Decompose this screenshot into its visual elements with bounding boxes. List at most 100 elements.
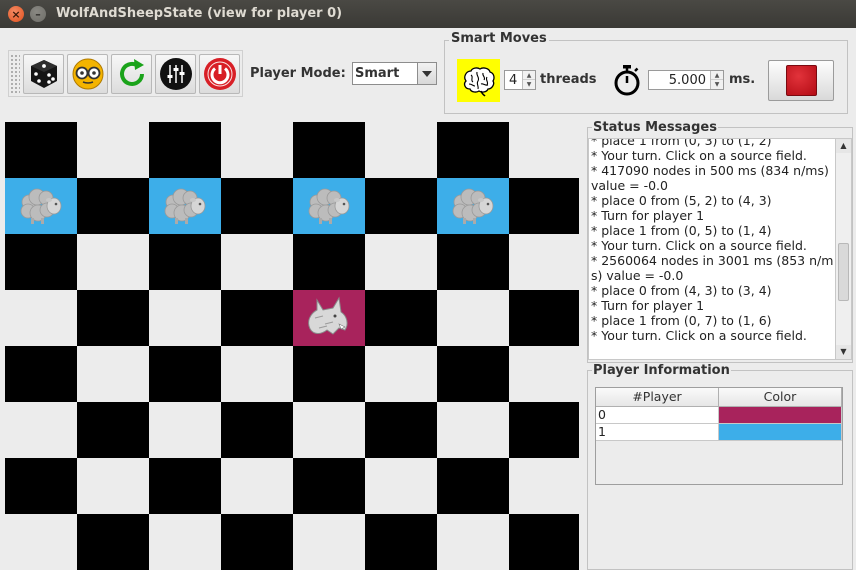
board-cell[interactable] (509, 514, 579, 570)
table-cell-player-id[interactable]: 0 (596, 407, 719, 424)
board-cell[interactable] (221, 458, 293, 514)
table-cell-player-id[interactable]: 1 (596, 424, 719, 441)
board-cell[interactable] (437, 402, 509, 458)
board-cell[interactable] (509, 234, 579, 290)
random-move-button[interactable] (23, 54, 64, 94)
board-cell[interactable] (509, 178, 579, 234)
board-cell[interactable] (293, 514, 365, 570)
board-cell[interactable] (77, 290, 149, 346)
board-cell[interactable] (5, 290, 77, 346)
board-cell[interactable] (509, 290, 579, 346)
time-limit-spinner[interactable]: 5.000 ▲ ▼ (648, 70, 724, 90)
board-cell[interactable] (149, 458, 221, 514)
board-cell-sheep[interactable] (437, 178, 509, 234)
board-cell[interactable] (293, 122, 365, 178)
board-cell[interactable] (221, 122, 293, 178)
threads-label: threads (540, 72, 597, 87)
board-cell[interactable] (365, 122, 437, 178)
board-cell[interactable] (365, 514, 437, 570)
board-cell[interactable] (221, 234, 293, 290)
board-cell[interactable] (221, 178, 293, 234)
smart-move-button[interactable] (67, 54, 108, 94)
board-cell-sheep[interactable] (293, 178, 365, 234)
board-cell[interactable] (77, 178, 149, 234)
board-cell[interactable] (5, 458, 77, 514)
status-message-line: * 2560064 nodes in 3001 ms (853 n/m (591, 253, 834, 268)
board-cell[interactable] (5, 346, 77, 402)
sheep-icon (452, 188, 494, 224)
board-cell[interactable] (293, 402, 365, 458)
table-cell-player-color[interactable] (719, 424, 842, 441)
threads-spinner[interactable]: 4 ▲ ▼ (504, 70, 536, 90)
toolbar-grip[interactable] (10, 54, 20, 94)
minimize-window-button[interactable]: – (30, 6, 46, 22)
dropdown-arrow[interactable] (417, 63, 436, 84)
board-cell[interactable] (221, 346, 293, 402)
board-cell[interactable] (77, 514, 149, 570)
board-cell[interactable] (77, 458, 149, 514)
board-cell[interactable] (149, 346, 221, 402)
board-cell[interactable] (5, 234, 77, 290)
board-cell[interactable] (365, 178, 437, 234)
decrement-arrow[interactable]: ▼ (523, 80, 535, 89)
decrement-arrow[interactable]: ▼ (711, 80, 723, 89)
board-cell[interactable] (293, 234, 365, 290)
board-cell[interactable] (149, 290, 221, 346)
board-cell[interactable] (221, 514, 293, 570)
board-cell[interactable] (77, 402, 149, 458)
status-message-line: * Your turn. Click on a source field. (591, 148, 807, 163)
increment-arrow[interactable]: ▲ (711, 71, 723, 80)
board-cell[interactable] (509, 402, 579, 458)
player-information-panel: Player Information #Player Color 0 1 (587, 363, 853, 570)
board-cell[interactable] (437, 122, 509, 178)
board-cell[interactable] (365, 234, 437, 290)
board-cell[interactable] (149, 514, 221, 570)
board-cell-sheep[interactable] (149, 178, 221, 234)
board-cell-sheep[interactable] (5, 178, 77, 234)
increment-arrow[interactable]: ▲ (523, 71, 535, 80)
status-scrollbar[interactable]: ▲ ▼ (835, 139, 851, 359)
board-cell[interactable] (221, 402, 293, 458)
scrollbar-thumb[interactable] (838, 243, 849, 301)
scroll-up-arrow[interactable]: ▲ (836, 139, 851, 153)
board-cell[interactable] (437, 458, 509, 514)
board-cell[interactable] (437, 234, 509, 290)
board-cell[interactable] (365, 290, 437, 346)
board-cell[interactable] (365, 402, 437, 458)
board-cell[interactable] (509, 346, 579, 402)
board-cell[interactable] (293, 346, 365, 402)
board-cell[interactable] (149, 402, 221, 458)
board-cell[interactable] (77, 234, 149, 290)
restart-button[interactable] (111, 54, 152, 94)
close-icon: × (11, 7, 21, 21)
board-cell-wolf[interactable] (293, 290, 365, 346)
stop-button[interactable] (768, 60, 834, 101)
game-board[interactable] (5, 122, 579, 570)
board-cell[interactable] (77, 346, 149, 402)
quit-button[interactable] (199, 54, 240, 94)
board-cell[interactable] (365, 458, 437, 514)
board-cell[interactable] (5, 514, 77, 570)
status-messages-textarea[interactable]: * place 1 from (0, 3) to (1, 2) * Your tu… (588, 138, 852, 360)
board-cell[interactable] (149, 122, 221, 178)
player-mode-select[interactable]: Smart (352, 62, 437, 85)
board-cell[interactable] (509, 458, 579, 514)
board-cell[interactable] (149, 234, 221, 290)
scroll-down-arrow[interactable]: ▼ (836, 345, 851, 359)
board-cell[interactable] (5, 402, 77, 458)
table-cell-player-color[interactable] (719, 407, 842, 424)
close-window-button[interactable]: × (8, 6, 24, 22)
column-header-color[interactable]: Color (719, 388, 842, 407)
board-cell[interactable] (293, 458, 365, 514)
refresh-icon (119, 59, 144, 86)
board-cell[interactable] (365, 346, 437, 402)
board-cell[interactable] (437, 514, 509, 570)
board-cell[interactable] (437, 346, 509, 402)
board-cell[interactable] (509, 122, 579, 178)
board-cell[interactable] (437, 290, 509, 346)
column-header-player[interactable]: #Player (596, 388, 719, 407)
settings-button[interactable] (155, 54, 196, 94)
board-cell[interactable] (5, 122, 77, 178)
board-cell[interactable] (221, 290, 293, 346)
board-cell[interactable] (77, 122, 149, 178)
